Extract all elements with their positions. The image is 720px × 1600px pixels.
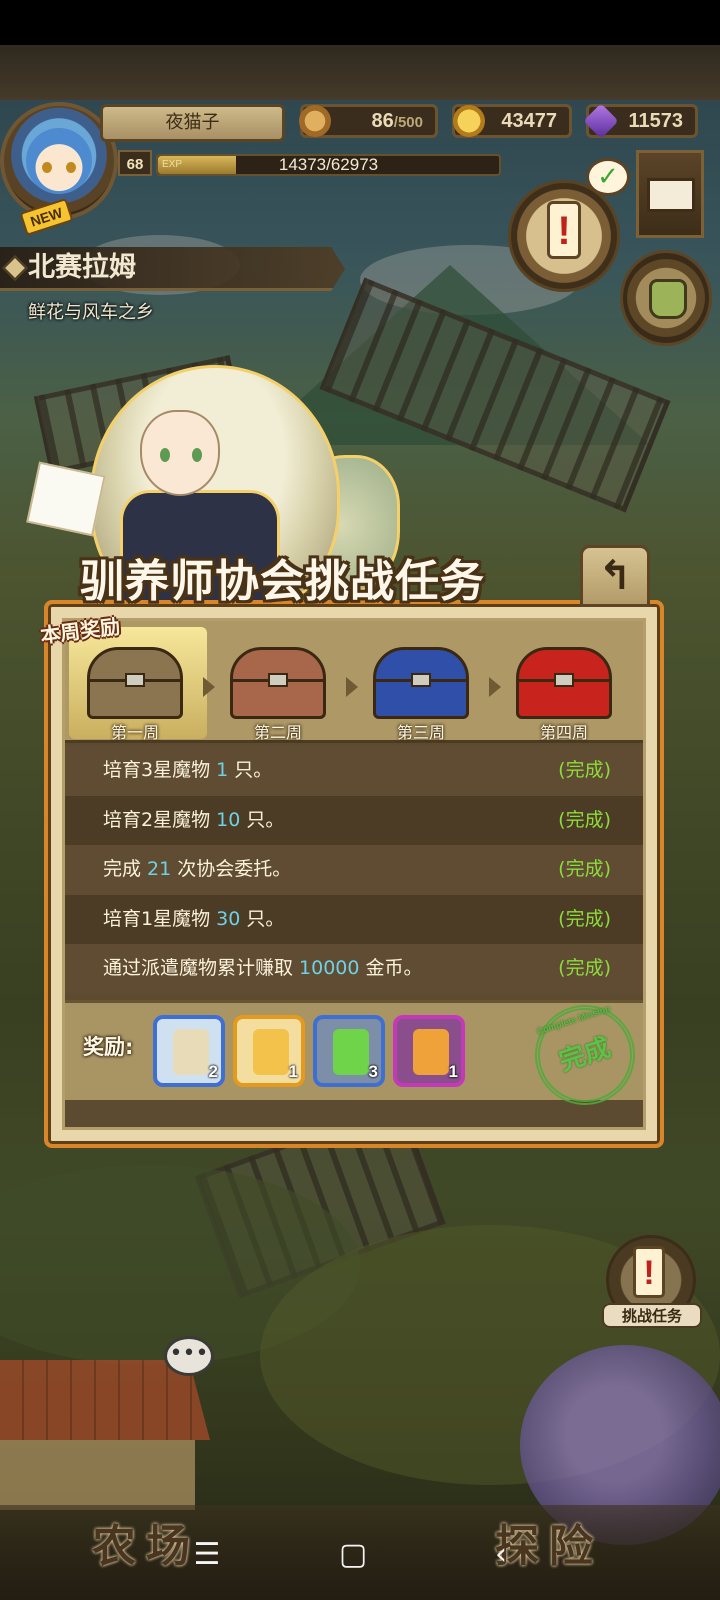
stamp-text: 完成 — [555, 1032, 615, 1078]
task-number: 1 — [216, 759, 229, 781]
chat-bubble-icon[interactable]: ••• — [164, 1336, 214, 1376]
quest-panel-inner: 第一周 第二周 第三周 第四周 培育3星魔物 1 只。 (完成) 培育2星魔物 10 只。… — [62, 618, 649, 1130]
backpack-button[interactable] — [620, 250, 712, 346]
bread-icon — [299, 105, 331, 137]
task-row: 培育1星魔物 30 只。 (完成) — [65, 894, 643, 945]
task-list: 培育3星魔物 1 只。 (完成) 培育2星魔物 10 只。 (完成) 完成 21 次协会… — [65, 746, 643, 994]
checkmark-icon: ✓ — [586, 158, 630, 196]
week-label: 第三周 — [396, 723, 445, 742]
task-text-pre: 通过派遣魔物累计赚取 — [103, 957, 300, 980]
avatar-face — [26, 128, 92, 194]
task-status: (完成) — [558, 808, 611, 831]
stamina-display[interactable]: 86/500 — [299, 104, 438, 138]
challenge-task-label[interactable]: 挑战任务 — [602, 1303, 702, 1328]
rainbow-tank-icon — [413, 1029, 449, 1075]
farm-building-wall — [0, 1440, 195, 1510]
reward-item[interactable]: 1 — [393, 1015, 465, 1087]
system-menu-icon[interactable]: ☰ — [182, 1540, 232, 1570]
backpack-icon — [649, 279, 687, 319]
player-name[interactable]: 夜猫子 — [100, 104, 285, 142]
task-number: 10 — [216, 808, 241, 831]
quest-scroll-button[interactable]: ! — [508, 180, 620, 292]
task-status: (完成) — [558, 957, 611, 980]
chest-lock — [554, 673, 574, 687]
treasure-chest-icon[interactable] — [373, 647, 469, 719]
task-number: 10000 — [299, 957, 360, 980]
system-home-icon[interactable]: ▢ — [328, 1540, 378, 1570]
week-label: 第四周 — [539, 723, 588, 742]
gem-display[interactable]: 11573 — [583, 103, 698, 139]
reward-count: 1 — [448, 1062, 458, 1081]
weekly-reward-strip: 第一周 第二周 第三周 第四周 — [65, 621, 643, 743]
location-title: 北赛拉姆 — [28, 252, 136, 283]
task-status: (完成) — [558, 858, 611, 881]
stamina-max: /500 — [393, 114, 423, 131]
quest-panel: 第一周 第二周 第三周 第四周 培育3星魔物 1 只。 (完成) 培育2星魔物 10 只。… — [44, 600, 664, 1148]
task-text-post: 只。 — [240, 907, 285, 930]
exp-text: 14373/62973 — [278, 155, 379, 174]
reward-bar: 奖励: 2 1 3 1 Complete Mission 完成 — [65, 991, 649, 1119]
task-text-post: 只。 — [228, 759, 273, 781]
system-back-icon[interactable]: ‹ — [476, 1540, 526, 1570]
diamond-icon — [2, 255, 28, 281]
chevron-right-icon — [203, 677, 215, 697]
task-text-post: 金币。 — [359, 957, 423, 980]
exp-bar: EXP 14373/62973 — [156, 154, 501, 176]
task-number: 30 — [216, 907, 241, 930]
player-level: 68 — [118, 150, 152, 176]
task-text-pre: 培育1星魔物 — [103, 907, 217, 930]
gem-icon — [583, 103, 619, 139]
task-text-pre: 完成 — [103, 858, 148, 881]
chest-lock — [268, 673, 288, 687]
envelope-icon — [647, 178, 695, 212]
reward-count: 2 — [208, 1062, 218, 1081]
reward-count: 1 — [288, 1062, 298, 1081]
gold-display[interactable]: 43477 — [452, 104, 572, 138]
treasure-chest-icon[interactable] — [87, 647, 183, 719]
npc-character-face — [140, 410, 220, 496]
task-number: 21 — [147, 858, 172, 881]
chest-lock — [411, 673, 431, 687]
chevron-right-icon — [346, 677, 358, 697]
task-status: (完成) — [558, 907, 611, 930]
complete-stamp: Complete Mission 完成 — [521, 991, 649, 1119]
reward-item[interactable]: 3 — [313, 1015, 385, 1087]
potion-icon — [253, 1029, 289, 1075]
task-text-pre: 培育3星魔物 — [103, 759, 217, 781]
quest-title: 驯养师协会挑战任务 — [80, 556, 485, 607]
location-subtitle: 鲜花与风车之乡 — [28, 302, 154, 323]
task-text-pre: 培育2星魔物 — [103, 808, 217, 831]
chest-lock — [125, 673, 145, 687]
task-status: (完成) — [558, 759, 611, 781]
task-row: 通过派遣魔物累计赚取 10000 金币。 (完成) — [65, 944, 643, 994]
gold-value: 43477 — [501, 110, 557, 132]
exclamation-icon: ! — [547, 201, 581, 259]
reward-item[interactable]: 2 — [153, 1015, 225, 1087]
stamina-value: 86 — [371, 110, 394, 132]
location-banner: 北赛拉姆 — [0, 247, 345, 291]
back-button[interactable]: ↰ — [580, 545, 650, 607]
reward-count: 3 — [368, 1062, 378, 1081]
gold-coin-icon — [453, 105, 485, 137]
treasure-chest-icon[interactable] — [230, 647, 326, 719]
green-tank-icon — [333, 1029, 369, 1075]
mail-button[interactable] — [636, 150, 704, 238]
status-bar — [0, 0, 720, 45]
exclamation-icon: ! — [633, 1246, 665, 1298]
week-label: 第二周 — [253, 723, 302, 742]
task-row: 培育2星魔物 10 只。 (完成) — [65, 795, 643, 846]
task-text-post: 只。 — [240, 808, 285, 831]
reward-item[interactable]: 1 — [233, 1015, 305, 1087]
chevron-right-icon — [489, 677, 501, 697]
week-label: 第一周 — [110, 723, 159, 742]
top-frame — [0, 45, 720, 100]
treasure-chest-icon[interactable] — [516, 647, 612, 719]
scroll-icon — [173, 1029, 209, 1075]
return-arrow-icon: ↰ — [598, 553, 632, 599]
task-row: 培育3星魔物 1 只。 (完成) — [65, 746, 643, 796]
gem-value: 11573 — [628, 110, 683, 132]
task-row: 完成 21 次协会委托。 (完成) — [65, 845, 643, 895]
task-text-post: 次协会委托。 — [171, 858, 292, 881]
reward-label: 奖励: — [83, 1035, 134, 1059]
